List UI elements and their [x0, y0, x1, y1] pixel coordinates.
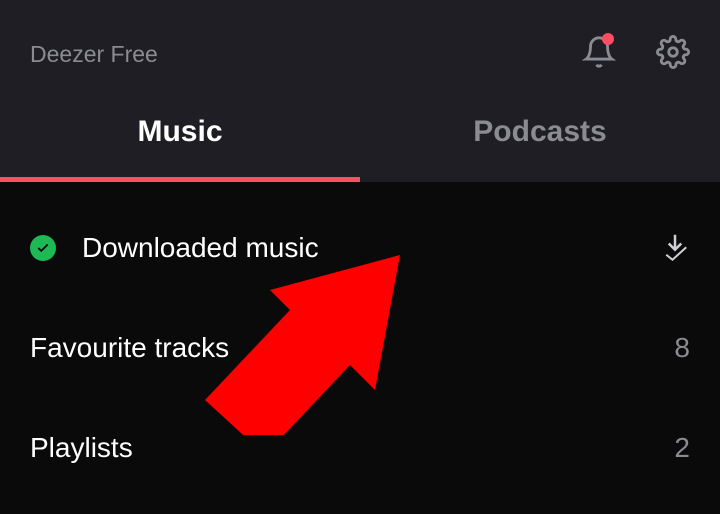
tab-podcasts-label: Podcasts [473, 115, 606, 149]
download-icon [660, 231, 690, 266]
tab-podcasts[interactable]: Podcasts [360, 82, 720, 182]
header-icons [582, 35, 690, 74]
header-top: Deezer Free [0, 0, 720, 80]
notification-dot-icon [602, 33, 614, 45]
favourites-count: 8 [674, 332, 690, 364]
bell-icon [582, 56, 616, 73]
tab-music-label: Music [137, 115, 222, 149]
content: Downloaded music Favourite tracks 8 Play… [0, 198, 720, 498]
notifications-button[interactable] [582, 35, 616, 74]
header: Deezer Free Music Podcasts [0, 0, 720, 182]
favourites-label: Favourite tracks [30, 332, 674, 364]
check-circle-icon [30, 235, 56, 261]
settings-button[interactable] [656, 35, 690, 74]
app-title: Deezer Free [30, 41, 158, 68]
tab-music[interactable]: Music [0, 82, 360, 182]
list-item-favourites[interactable]: Favourite tracks 8 [0, 298, 720, 398]
playlists-count: 2 [674, 432, 690, 464]
list-item-playlists[interactable]: Playlists 2 [0, 398, 720, 498]
playlists-label: Playlists [30, 432, 674, 464]
tabs: Music Podcasts [0, 82, 720, 182]
list-item-downloaded[interactable]: Downloaded music [0, 198, 720, 298]
downloaded-label: Downloaded music [82, 232, 660, 264]
